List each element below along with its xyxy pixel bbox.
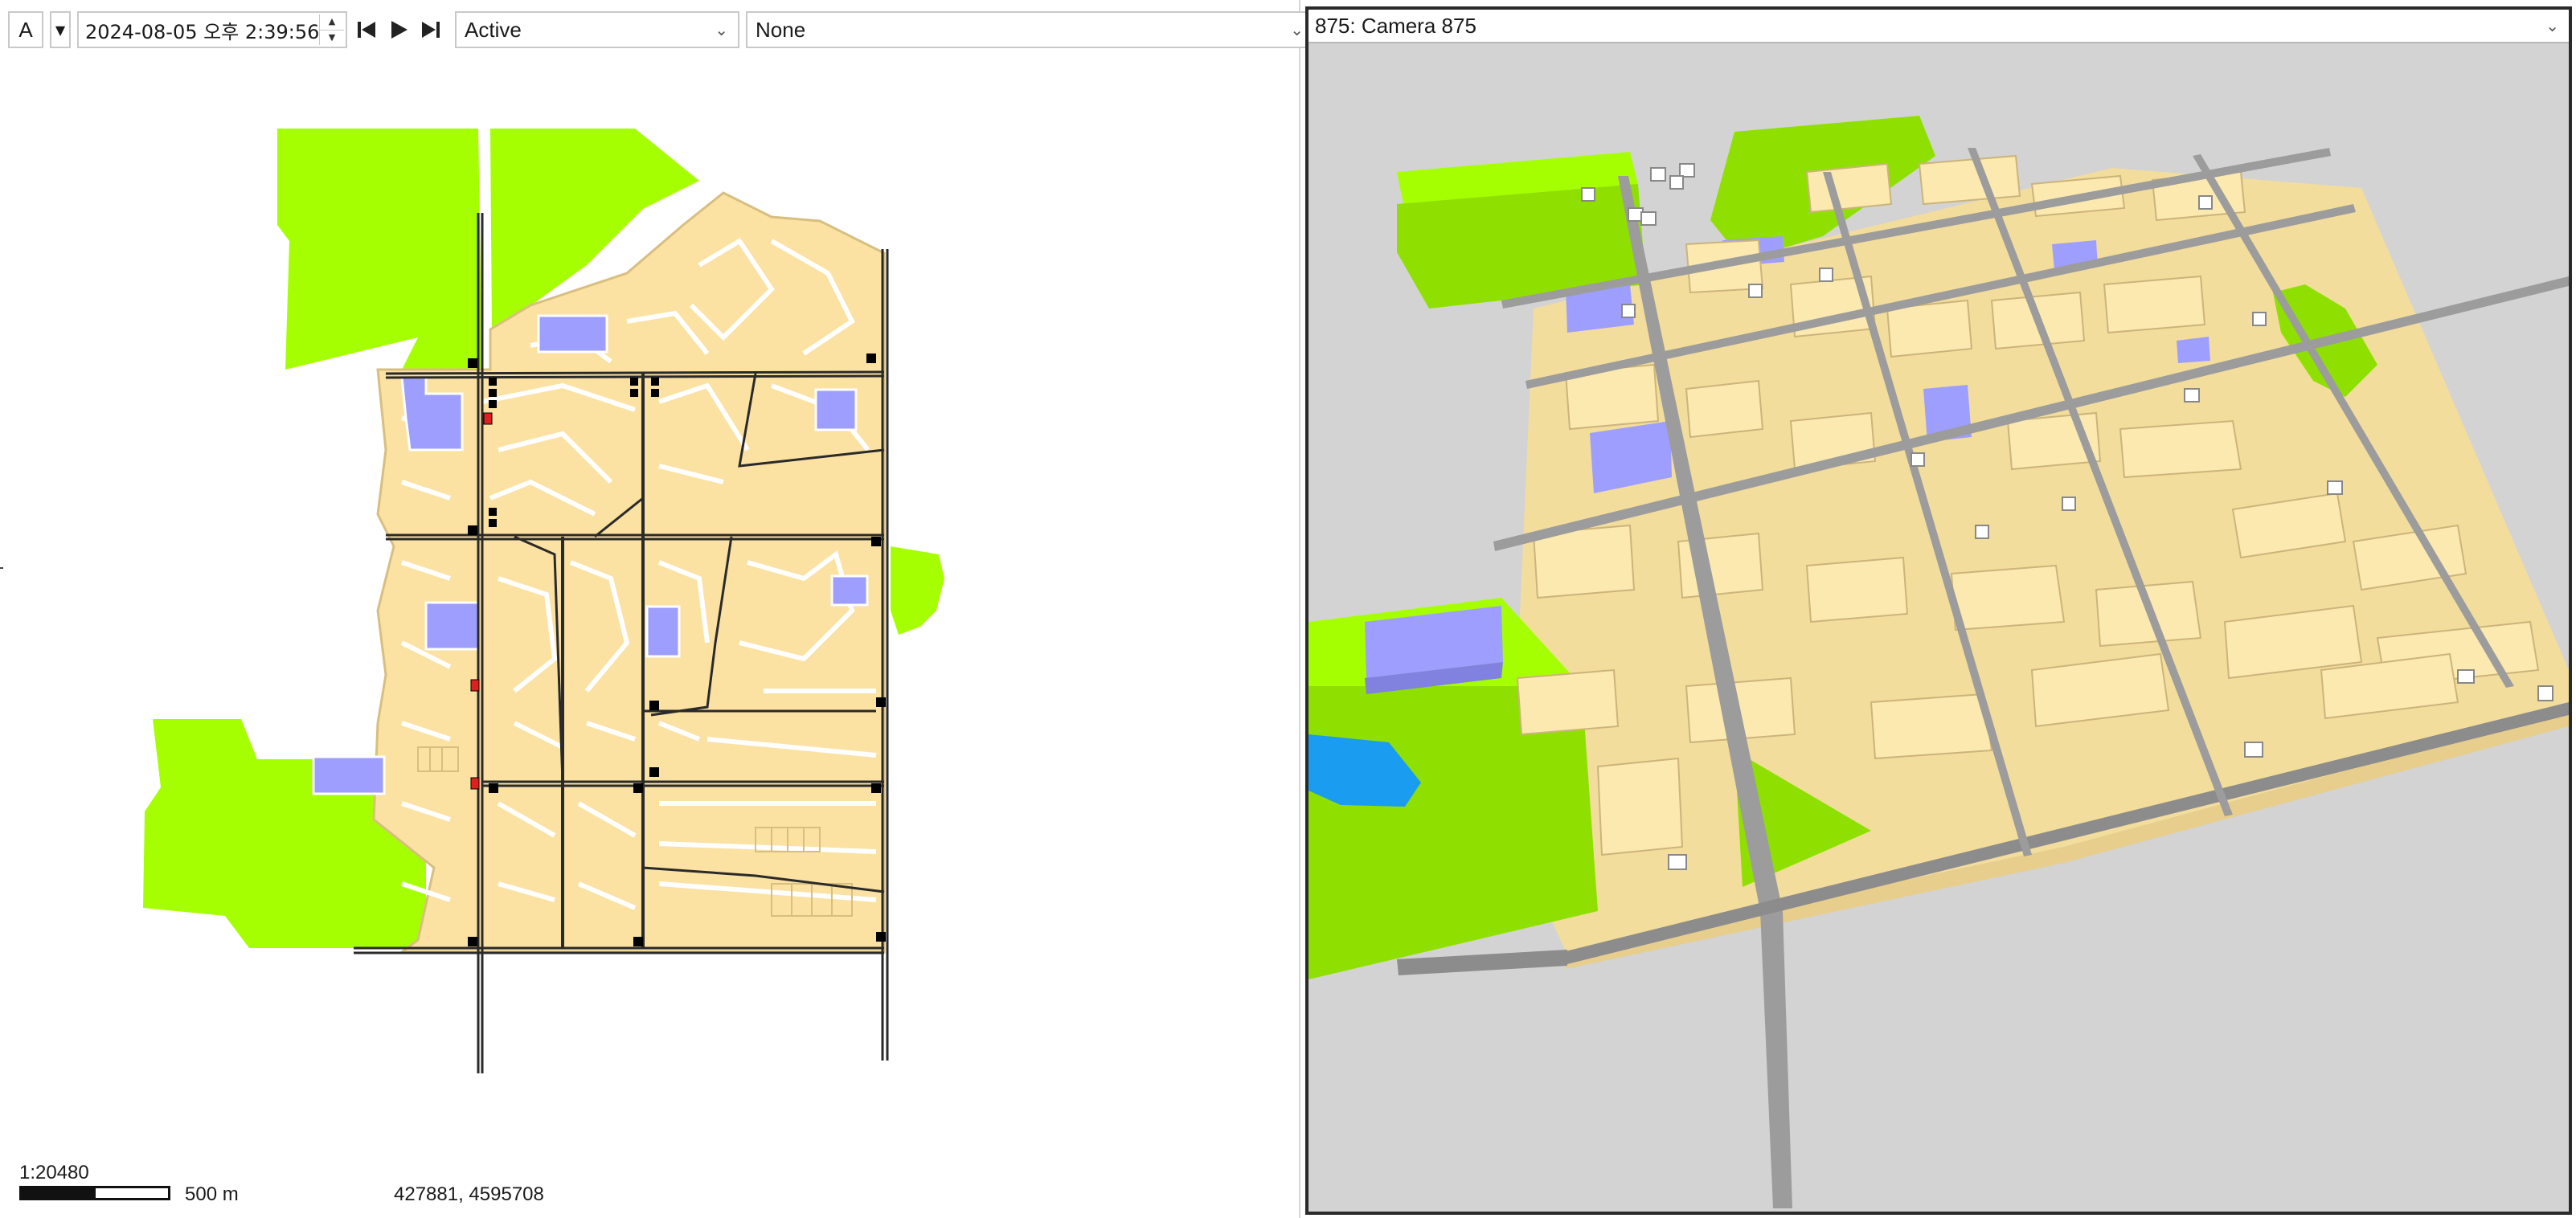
map-view-pane[interactable]: A ▼ 2024-08-05 오후 2:39:56 ▲ ▼ Active ⌄ N… (0, 0, 1315, 1218)
scale-bar (19, 1186, 170, 1200)
map-toolbar: A ▼ 2024-08-05 오후 2:39:56 ▲ ▼ Active ⌄ N… (8, 10, 1315, 50)
chevron-down-icon[interactable]: ▼ (320, 29, 344, 46)
caret-down-icon[interactable]: ▼ (50, 11, 71, 48)
chevron-down-icon: ⌄ (715, 20, 728, 39)
status-select[interactable]: Active ⌄ (455, 11, 739, 48)
scale-length-label: 500 m (185, 1183, 239, 1205)
cursor-coordinates: 427881, 4595708 (394, 1183, 544, 1205)
camera-select[interactable]: 875: Camera 875 ⌄ (1308, 10, 2569, 43)
datetime-spinner[interactable]: ▲ ▼ (319, 14, 344, 45)
chevron-down-icon: ⌄ (2545, 16, 2559, 35)
layer-select-value: None (756, 17, 806, 42)
scene-3d-canvas[interactable] (1308, 43, 2569, 1212)
layer-select[interactable]: None ⌄ (746, 11, 1315, 48)
chevron-down-icon: ⌄ (1290, 20, 1304, 39)
scale-ratio: 1:20480 (19, 1162, 89, 1183)
datetime-value: 2024-08-05 오후 2:39:56 (85, 20, 320, 43)
skip-to-start-icon[interactable] (354, 15, 379, 44)
status-select-value: Active (465, 17, 522, 42)
skip-to-end-icon[interactable] (418, 15, 444, 44)
mode-button[interactable]: A (8, 11, 43, 48)
map-canvas[interactable] (0, 0, 1300, 1218)
datetime-field[interactable]: 2024-08-05 오후 2:39:56 ▲ ▼ (77, 11, 347, 48)
chevron-up-icon[interactable]: ▲ (320, 14, 344, 30)
splitter-handle[interactable] (0, 567, 3, 569)
scene-view-pane[interactable]: 875: Camera 875 ⌄ (1305, 6, 2572, 1215)
camera-select-value: 875: Camera 875 (1315, 13, 1476, 38)
play-icon[interactable] (386, 15, 412, 44)
